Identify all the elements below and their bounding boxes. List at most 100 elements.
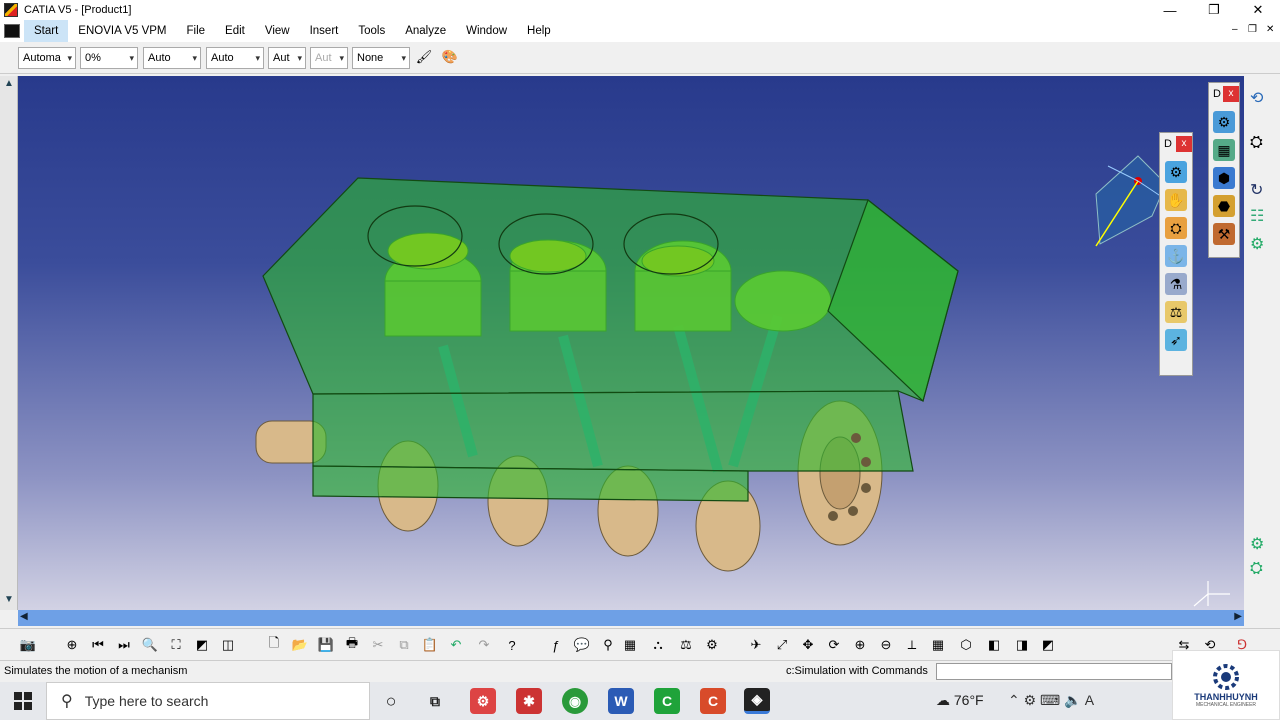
new-component-icon[interactable]: ⚙ <box>1213 111 1235 133</box>
graphic-properties-icon[interactable]: 🎨 <box>440 47 460 67</box>
sensor-icon[interactable]: ⚲ <box>598 635 618 655</box>
measure-icon[interactable]: ⚙ <box>702 635 722 655</box>
swap-visible-icon[interactable]: ◩ <box>1038 635 1058 655</box>
camtasia-icon[interactable]: C <box>654 688 680 714</box>
tray-icons[interactable]: ⌃ ⚙ ⌨ 🔈 A <box>1008 692 1094 709</box>
menu-window[interactable]: Window <box>456 20 517 42</box>
scroll-right-icon[interactable]: ▶ <box>1234 611 1242 622</box>
line-type-combo[interactable]: Auto ▾ <box>206 47 264 69</box>
annotation-icon[interactable]: 💬 <box>572 635 592 655</box>
taskbar-search-box[interactable]: ⚲ Type here to search <box>46 682 370 720</box>
laws-icon[interactable]: ⚖ <box>1165 301 1187 323</box>
doc-restore-icon[interactable]: ❐ <box>1248 24 1257 35</box>
save-icon[interactable]: 💾 <box>316 635 336 655</box>
normal-view-icon[interactable]: ⟂ <box>902 635 922 655</box>
catalog-icon[interactable]: ⛬ <box>648 635 668 655</box>
hierarchy-icon[interactable]: ☷ <box>1250 206 1274 230</box>
zoom-icon[interactable]: 🔍 <box>140 635 160 655</box>
hide-icon[interactable]: ◨ <box>1012 635 1032 655</box>
cortana-icon[interactable]: ○ <box>378 688 404 714</box>
assembly-constraints-icon[interactable]: ⛭ <box>1165 217 1187 239</box>
existing-component-icon[interactable]: ⬣ <box>1213 195 1235 217</box>
swap-icon[interactable]: ◩ <box>192 635 212 655</box>
pan-icon[interactable]: ✥ <box>798 635 818 655</box>
kinematics-joint-icon[interactable]: ✋ <box>1165 189 1187 211</box>
layer-combo[interactable]: None ▾ <box>352 47 410 69</box>
whats-this-icon[interactable]: ? <box>502 635 522 655</box>
first-frame-icon[interactable]: ⏮ <box>88 635 108 655</box>
word-icon[interactable]: W <box>608 688 634 714</box>
document-icon[interactable] <box>4 24 20 38</box>
recorder-icon[interactable]: C <box>700 688 726 714</box>
scroll-up-icon[interactable]: ▲ <box>4 78 14 89</box>
menu-insert[interactable]: Insert <box>300 20 349 42</box>
menu-enovia[interactable]: ENOVIA V5 VPM <box>68 20 176 42</box>
painter-icon[interactable]: 🖌 <box>414 47 434 67</box>
menu-analyze[interactable]: Analyze <box>395 20 456 42</box>
toolbar-close-button[interactable]: x <box>1176 136 1192 152</box>
zoom-out-icon[interactable]: ⊖ <box>876 635 896 655</box>
capture-icon[interactable]: 📷 <box>18 635 38 655</box>
menu-tools[interactable]: Tools <box>348 20 395 42</box>
app-icon-1[interactable]: ⚙ <box>470 688 496 714</box>
fly-icon[interactable]: ✈ <box>746 635 766 655</box>
doc-minimize-icon[interactable]: – <box>1232 24 1238 35</box>
weather-widget[interactable]: ☁ 76°F <box>936 692 984 709</box>
product-icon[interactable]: ⛭ <box>1250 134 1274 158</box>
open-icon[interactable]: 📂 <box>290 635 310 655</box>
tools-icon[interactable]: ⚒ <box>1213 223 1235 245</box>
grid-icon[interactable]: ▦ <box>1213 139 1235 161</box>
update-icon[interactable]: ⛭ <box>1250 560 1274 584</box>
menu-help[interactable]: Help <box>517 20 561 42</box>
doc-close-icon[interactable]: ✕ <box>1266 24 1274 35</box>
menu-edit[interactable]: Edit <box>215 20 255 42</box>
fit-all-in-icon[interactable]: ⤢ <box>772 635 792 655</box>
rotate-icon[interactable]: ⟳ <box>824 635 844 655</box>
line-thickness-combo[interactable]: Auto ▾ <box>143 47 201 69</box>
chrome-icon[interactable]: ◉ <box>562 688 588 714</box>
3d-viewport[interactable]: Dx ⚙ ✋ ⛭ ⚓ ⚗ ⚖ ➶ <box>18 76 1244 610</box>
analysis-icon[interactable]: ⚙ <box>1250 534 1274 558</box>
color-combo[interactable]: Automa ▾ <box>18 47 76 69</box>
compass-orient-icon[interactable]: ⟲ <box>1250 88 1274 112</box>
multi-view-icon[interactable]: ▦ <box>928 635 948 655</box>
print-icon[interactable]: 🖶 <box>342 635 362 655</box>
menu-view[interactable]: View <box>255 20 300 42</box>
horizontal-scrollbar[interactable]: ◀ ▶ <box>18 610 1244 626</box>
minimize-button[interactable]: — <box>1148 0 1192 20</box>
windows-start-button[interactable] <box>0 682 46 720</box>
scroll-left-icon[interactable]: ◀ <box>20 611 28 622</box>
menu-start[interactable]: Start <box>24 20 69 42</box>
transparency-combo[interactable]: 0% ▾ <box>80 47 138 69</box>
close-button[interactable]: ✕ <box>1236 0 1280 20</box>
task-view-icon[interactable]: ⧉ <box>422 688 448 714</box>
toolbar-close-button[interactable]: x <box>1223 86 1239 102</box>
render-style-icon[interactable]: ◧ <box>984 635 1004 655</box>
simulation-icon[interactable]: ⚙ <box>1165 161 1187 183</box>
menu-file[interactable]: File <box>177 20 216 42</box>
maximize-button[interactable]: ❐ <box>1192 0 1236 20</box>
command-input[interactable] <box>936 663 1172 680</box>
app-icon-2[interactable]: ✱ <box>516 688 542 714</box>
zoom-in-icon[interactable]: ⊕ <box>850 635 870 655</box>
iso-view-icon[interactable]: ⬡ <box>956 635 976 655</box>
fixed-part-icon[interactable]: ⚓ <box>1165 245 1187 267</box>
new-icon[interactable]: 🗋 <box>264 635 284 655</box>
fly-mode-icon[interactable]: ⊕ <box>62 635 82 655</box>
vertical-scrollbar[interactable]: ▲ ▼ <box>0 76 18 610</box>
mechanism-analysis-icon[interactable]: ⚗ <box>1165 273 1187 295</box>
last-frame-icon[interactable]: ⏭ <box>114 635 134 655</box>
replace-icon[interactable]: ⚙ <box>1250 234 1274 258</box>
compass[interactable] <box>1095 155 1169 247</box>
speed-acceleration-icon[interactable]: ➶ <box>1165 329 1187 351</box>
engine-model[interactable] <box>18 76 1244 610</box>
table-icon[interactable]: ▦ <box>620 635 640 655</box>
knowledge-icon[interactable]: ⚖ <box>676 635 696 655</box>
undo-icon[interactable]: ↶ <box>446 635 466 655</box>
hide-show-icon[interactable]: ◫ <box>218 635 238 655</box>
point-type-combo[interactable]: Aut ▾ <box>268 47 306 69</box>
scroll-down-icon[interactable]: ▼ <box>4 594 14 605</box>
fit-all-icon[interactable]: ⛶ <box>166 635 186 655</box>
formula-icon[interactable]: ƒ <box>546 635 566 655</box>
refresh-icon[interactable]: ↻ <box>1250 180 1274 204</box>
